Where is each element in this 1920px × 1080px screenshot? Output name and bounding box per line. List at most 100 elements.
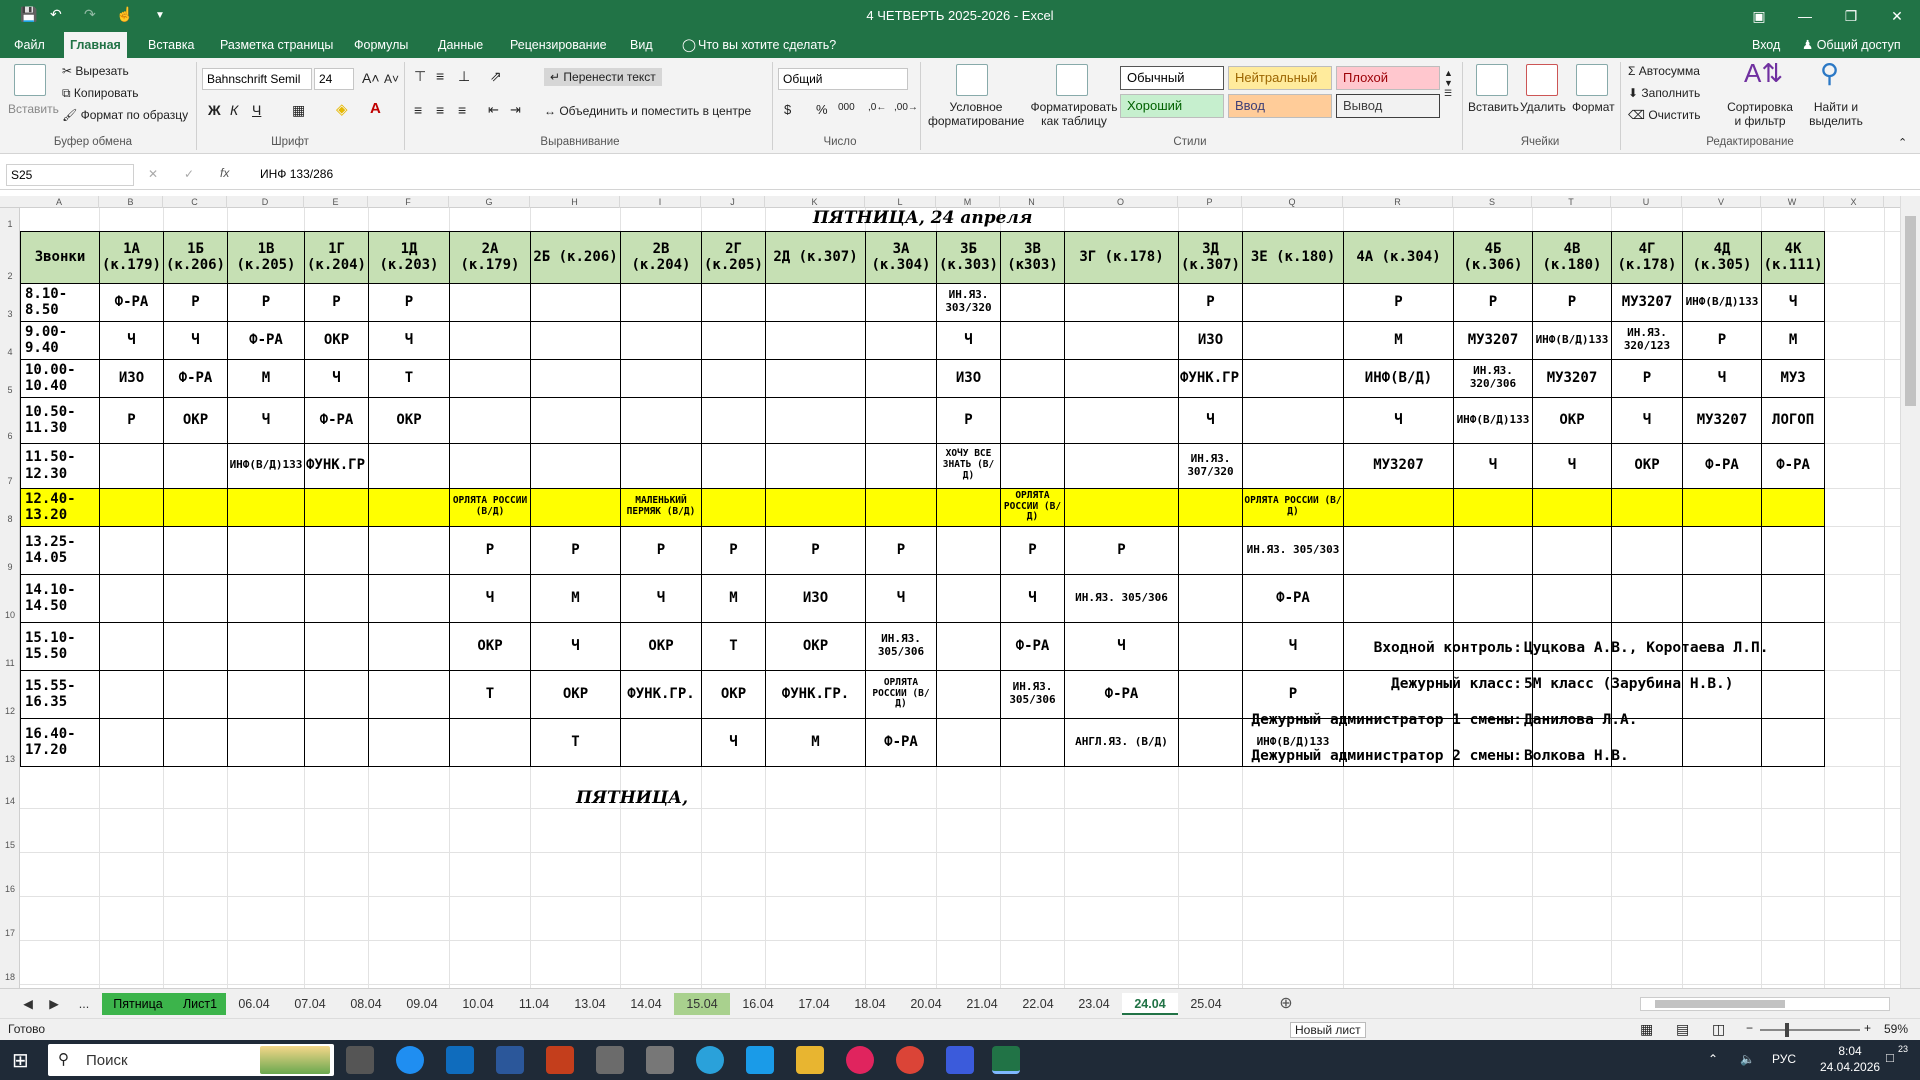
tab-insert[interactable]: Вставка — [142, 32, 200, 58]
increase-font-icon[interactable]: A˄ — [362, 70, 380, 86]
lesson-cell[interactable] — [1343, 573, 1454, 623]
lesson-cell[interactable] — [1611, 573, 1683, 623]
align-left-icon[interactable]: ≡ — [414, 102, 422, 118]
copy-button[interactable]: ⧉ Копировать — [62, 86, 139, 101]
volume-icon[interactable]: 🔈 — [1740, 1052, 1755, 1066]
lesson-cell[interactable]: Р — [620, 525, 702, 575]
lesson-cell[interactable] — [530, 320, 621, 360]
tray-chevron-icon[interactable]: ⌃ — [1708, 1052, 1718, 1066]
lesson-cell[interactable] — [1000, 396, 1065, 444]
align-top-icon[interactable]: ⊤ — [414, 68, 426, 85]
lesson-cell[interactable] — [1242, 442, 1344, 489]
lesson-cell[interactable] — [865, 396, 937, 444]
lesson-cell[interactable]: ОРЛЯТА РОССИИ (В/Д) — [865, 669, 937, 719]
sheet-tab[interactable]: 22.04 — [1010, 993, 1066, 1015]
lesson-cell[interactable]: Ч — [1064, 621, 1179, 671]
lesson-cell[interactable] — [449, 442, 531, 489]
lesson-cell[interactable] — [1178, 621, 1243, 671]
row-header[interactable]: 13 — [0, 754, 20, 764]
thousands-icon[interactable]: 000 — [838, 102, 855, 113]
sheet-tab[interactable]: 18.04 — [842, 993, 898, 1015]
lesson-cell[interactable]: Р — [1343, 282, 1454, 322]
telegram-icon[interactable] — [696, 1046, 724, 1074]
time-cell[interactable]: 11.50-12.30 — [20, 442, 100, 489]
row-header[interactable]: 5 — [0, 385, 20, 395]
lesson-cell[interactable]: ЛОГОП — [1760, 396, 1826, 444]
lesson-cell[interactable]: МУЗ207 — [1343, 442, 1454, 489]
underline-button[interactable]: Ч — [252, 102, 261, 118]
lesson-cell[interactable] — [304, 669, 369, 719]
sheet-tab[interactable]: 13.04 — [562, 993, 618, 1015]
column-heading[interactable]: 4А (к.304) — [1343, 230, 1454, 284]
lesson-cell[interactable]: ИН.ЯЗ. 305/306 — [865, 621, 937, 671]
lesson-cell[interactable]: Т — [530, 717, 621, 767]
sheet-tab[interactable]: 06.04 — [226, 993, 282, 1015]
lesson-cell[interactable] — [1178, 717, 1243, 767]
normal-view-icon[interactable]: ▦ — [1640, 1021, 1653, 1038]
lesson-cell[interactable] — [865, 282, 937, 322]
column-header[interactable]: O — [1064, 196, 1178, 208]
lesson-cell[interactable]: ОКР — [530, 669, 621, 719]
lesson-cell[interactable]: Ф-РА — [1760, 442, 1826, 489]
lesson-cell[interactable] — [530, 396, 621, 444]
tab-home[interactable]: Главная — [64, 32, 127, 58]
wrap-text-button[interactable]: ↵ Перенести текст — [544, 68, 662, 86]
lesson-cell[interactable]: Р — [227, 282, 305, 322]
lesson-cell[interactable] — [1242, 282, 1344, 322]
column-heading[interactable]: 1А (к.179) — [99, 230, 164, 284]
word-icon[interactable] — [496, 1046, 524, 1074]
column-header[interactable]: M — [936, 196, 1000, 208]
lesson-cell[interactable] — [1242, 320, 1344, 360]
lesson-cell[interactable]: ИНФ(В/Д)133 — [1453, 396, 1533, 444]
increase-indent-icon[interactable]: ⇥ — [510, 102, 521, 118]
align-bottom-icon[interactable]: ⊥ — [458, 68, 470, 85]
share-button[interactable]: ♟ Общий доступ — [1796, 32, 1907, 58]
lesson-cell[interactable] — [1242, 396, 1344, 444]
lesson-cell[interactable] — [620, 320, 702, 360]
column-heading[interactable]: Звонки — [20, 230, 100, 284]
lesson-cell[interactable] — [1000, 320, 1065, 360]
close-button[interactable]: ✕ — [1874, 0, 1920, 32]
lesson-cell[interactable] — [227, 573, 305, 623]
style-neutral[interactable]: Нейтральный — [1228, 66, 1332, 90]
notifications-icon[interactable]: □ — [1886, 1050, 1894, 1065]
style-good[interactable]: Хороший — [1120, 94, 1224, 118]
lesson-cell[interactable]: М — [765, 717, 866, 767]
lesson-cell[interactable] — [1064, 396, 1179, 444]
lesson-cell[interactable] — [99, 487, 164, 527]
column-header[interactable]: S — [1453, 196, 1532, 208]
next-sheet-icon[interactable]: ▶ — [44, 993, 64, 1015]
lesson-cell[interactable]: Р — [304, 282, 369, 322]
lesson-cell[interactable]: ХОЧУ ВСЕ ЗНАТЬ (В/Д) — [936, 442, 1001, 489]
insert-function-button[interactable]: fx — [220, 166, 229, 180]
lesson-cell[interactable]: Ф-РА — [1682, 442, 1762, 489]
sheet-tab[interactable]: 07.04 — [282, 993, 338, 1015]
lesson-cell[interactable]: Р — [701, 525, 766, 575]
column-header[interactable]: J — [701, 196, 765, 208]
lesson-cell[interactable]: ИН.ЯЗ. 320/306 — [1453, 358, 1533, 398]
column-heading[interactable]: 1В (к.205) — [227, 230, 305, 284]
horizontal-scrollbar[interactable] — [1640, 997, 1890, 1011]
column-heading[interactable]: 2Д (к.307) — [765, 230, 866, 284]
column-heading[interactable]: 3Е (к.180) — [1242, 230, 1344, 284]
lesson-cell[interactable]: Р — [765, 525, 866, 575]
lesson-cell[interactable]: Т — [701, 621, 766, 671]
lesson-cell[interactable] — [1760, 669, 1826, 719]
sheet-tab[interactable]: 08.04 — [338, 993, 394, 1015]
lesson-cell[interactable] — [1064, 487, 1179, 527]
lesson-cell[interactable]: М — [1760, 320, 1826, 360]
lesson-cell[interactable]: ОКР — [368, 396, 450, 444]
row-header[interactable]: 11 — [0, 658, 20, 668]
time-cell[interactable]: 8.10-8.50 — [20, 282, 100, 322]
app-icon[interactable] — [946, 1046, 974, 1074]
name-box[interactable]: S25 — [6, 164, 134, 186]
column-header[interactable]: H — [530, 196, 620, 208]
lesson-cell[interactable]: Р — [1532, 282, 1612, 322]
lesson-cell[interactable]: Р — [99, 396, 164, 444]
lesson-cell[interactable]: МАЛЕНЬКИЙ ПЕРМЯК (В/Д) — [620, 487, 702, 527]
lesson-cell[interactable]: МУЗ207 — [1611, 282, 1683, 322]
edge-icon[interactable] — [396, 1046, 424, 1074]
zoom-in-icon[interactable]: + — [1864, 1021, 1871, 1035]
font-color-icon[interactable]: A — [370, 100, 381, 117]
lesson-cell[interactable] — [227, 621, 305, 671]
